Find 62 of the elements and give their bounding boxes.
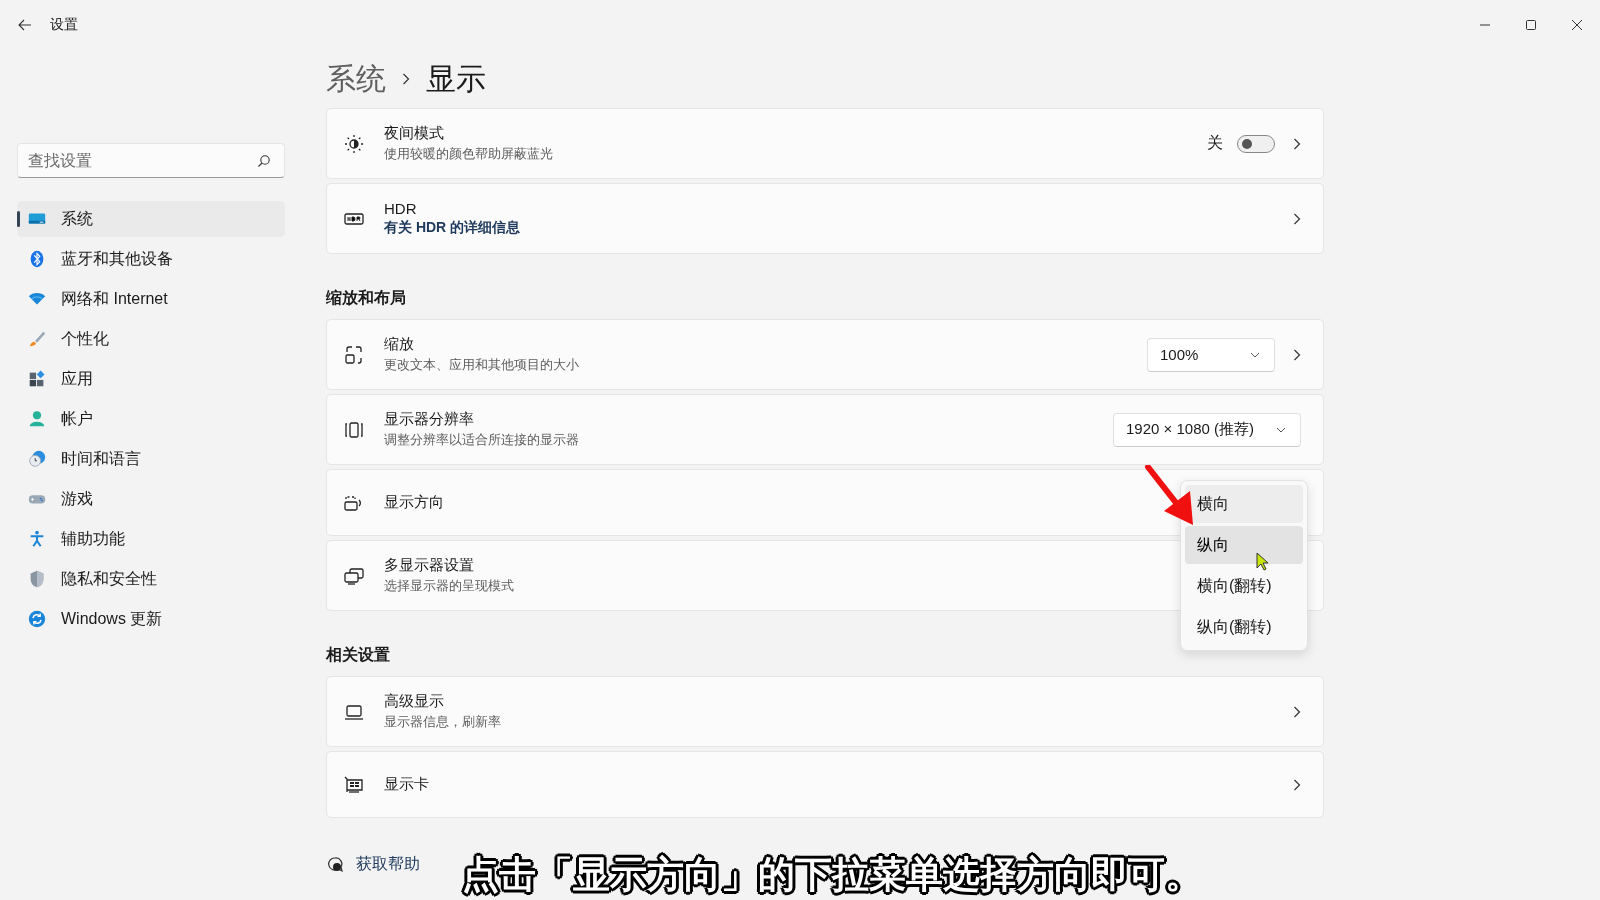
- brush-icon: [27, 329, 47, 349]
- sidebar-item[interactable]: 应用: [17, 361, 285, 397]
- setting-card[interactable]: 显示器分辨率 调整分辨率以适合所连接的显示器 1920 × 1080 (推荐): [326, 394, 1324, 465]
- setting-card[interactable]: 显示卡: [326, 751, 1324, 818]
- sidebar-item[interactable]: 时间和语言: [17, 441, 285, 477]
- menu-item[interactable]: 横向: [1185, 485, 1303, 523]
- setting-card[interactable]: 夜间模式 使用较暖的颜色帮助屏蔽蓝光 关: [326, 108, 1324, 179]
- setting-description: 选择显示器的呈现模式: [384, 577, 514, 595]
- setting-card[interactable]: 缩放 更改文本、应用和其他项目的大小 100%: [326, 319, 1324, 390]
- person-icon: [27, 409, 47, 429]
- scale-icon: [343, 343, 365, 366]
- help-icon: [326, 855, 344, 874]
- section-heading: 缩放和布局: [326, 288, 407, 308]
- caret-icon: [1250, 351, 1260, 358]
- page-title: 显示: [426, 60, 486, 97]
- sidebar-item[interactable]: 系统: [17, 201, 285, 237]
- setting-title: 夜间模式: [384, 124, 444, 143]
- back-icon[interactable]: [18, 19, 32, 31]
- setting-description: 更改文本、应用和其他项目的大小: [384, 356, 579, 374]
- setting-title: 高级显示: [384, 692, 444, 711]
- sidebar-item[interactable]: 帐户: [17, 401, 285, 437]
- sidebar-item[interactable]: 隐私和安全性: [17, 561, 285, 597]
- mouse-cursor-icon: [1256, 552, 1270, 572]
- menu-item[interactable]: 横向(翻转): [1185, 567, 1303, 605]
- sidebar-item[interactable]: 个性化: [17, 321, 285, 357]
- setting-description: 使用较暖的颜色帮助屏蔽蓝光: [384, 145, 553, 163]
- toggle-state-label: 关: [1207, 133, 1223, 153]
- menu-item[interactable]: 纵向(翻转): [1185, 608, 1303, 646]
- setting-title: 显示卡: [384, 775, 429, 794]
- setting-description: 调整分辨率以适合所连接的显示器: [384, 431, 579, 449]
- setting-title: 缩放: [384, 335, 414, 354]
- setting-title: 多显示器设置: [384, 556, 474, 575]
- sidebar-item[interactable]: Windows 更新: [17, 601, 285, 637]
- setting-description: 显示器信息，刷新率: [384, 713, 501, 731]
- sidebar-item[interactable]: 游戏: [17, 481, 285, 517]
- setting-title: 显示器分辨率: [384, 410, 474, 429]
- refresh-icon: [27, 609, 47, 629]
- window-title: 设置: [50, 16, 78, 34]
- clock-globe-icon: [27, 449, 47, 469]
- section-heading: 相关设置: [326, 645, 391, 665]
- search-icon: [257, 154, 271, 168]
- chevron-icon: [402, 73, 410, 85]
- apps-icon: [27, 369, 47, 389]
- arrow-annotation: [1144, 465, 1196, 527]
- setting-card[interactable]: 高级显示 显示器信息，刷新率: [326, 676, 1324, 747]
- dropdown-button[interactable]: 1920 × 1080 (推荐): [1113, 412, 1301, 447]
- video-caption: 点击「显示方向」的下拉菜单选择方向即可。: [462, 851, 1202, 899]
- dropdown-button[interactable]: 100%: [1147, 337, 1275, 372]
- sidebar-item[interactable]: 蓝牙和其他设备: [17, 241, 285, 277]
- breadcrumb-parent[interactable]: 系统: [326, 58, 386, 100]
- help-link[interactable]: 获取帮助: [356, 854, 420, 875]
- sidebar-item[interactable]: 网络和 Internet: [17, 281, 285, 317]
- setting-title: HDR: [384, 200, 417, 217]
- sun-icon: [343, 132, 365, 155]
- toggle-switch[interactable]: [1237, 134, 1275, 153]
- details-link[interactable]: 有关 HDR 的详细信息: [384, 219, 521, 237]
- search-field[interactable]: 查找设置: [17, 143, 285, 178]
- caret-icon: [1276, 426, 1286, 433]
- sidebar-item[interactable]: 辅助功能: [17, 521, 285, 557]
- setting-title: 显示方向: [384, 493, 444, 512]
- menu-item[interactable]: 纵向: [1185, 526, 1303, 564]
- setting-card[interactable]: HDR 有关 HDR 的详细信息: [326, 183, 1324, 254]
